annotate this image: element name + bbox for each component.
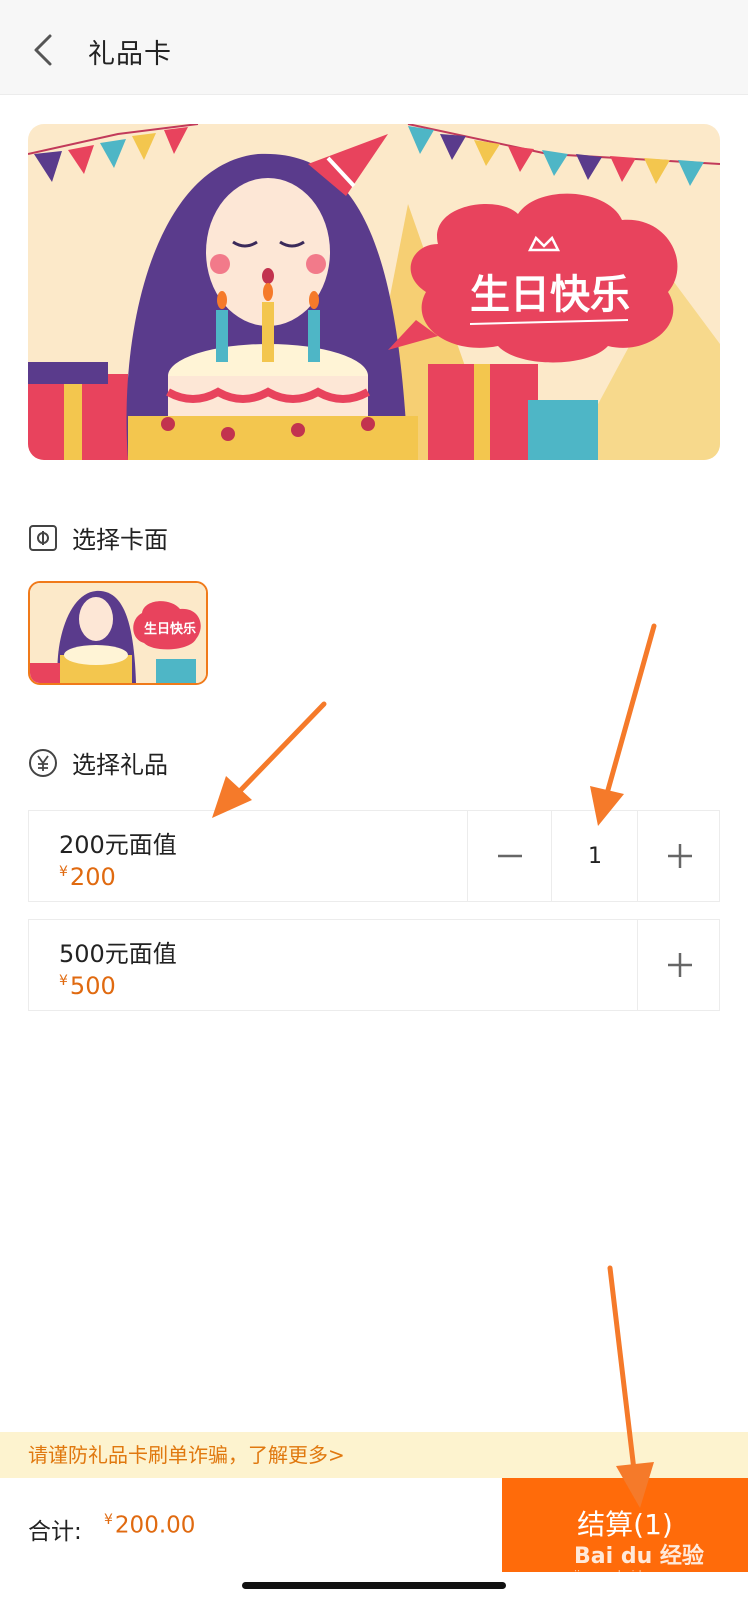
home-indicator[interactable] (242, 1582, 506, 1589)
currency-symbol: ¥ (59, 864, 68, 880)
currency-symbol: ¥ (104, 1512, 113, 1528)
gift-price: ¥500 (59, 972, 116, 1000)
select-gift-label: 选择礼品 (72, 751, 168, 779)
increase-quantity-button[interactable] (637, 811, 722, 901)
gift-item-500: 500元面值 ¥500 (28, 919, 720, 1011)
gift-price: ¥200 (59, 863, 116, 891)
arrow-to-gift-item (212, 701, 327, 818)
gift-item-200: 200元面值 ¥200 1 (28, 810, 720, 902)
plus-icon (668, 844, 692, 868)
card-icon (29, 524, 57, 551)
gift-price-value: 200 (69, 863, 116, 891)
chevron-left-icon (34, 34, 52, 66)
total-value: 200.00 (114, 1512, 196, 1539)
select-card-label: 选择卡面 (72, 526, 168, 554)
minus-icon (498, 854, 522, 858)
yen-circle-icon (29, 748, 57, 777)
gift-name: 500元面值 (59, 940, 177, 968)
watermark-url: jingyan.baidu.com (574, 1568, 676, 1581)
decrease-quantity-button[interactable] (467, 811, 552, 901)
back-button[interactable] (26, 30, 66, 70)
gift-price-value: 500 (69, 972, 116, 1000)
banner-title: 生日快乐 (470, 272, 630, 318)
gift-name: 200元面值 (59, 831, 177, 859)
currency-symbol: ¥ (59, 973, 68, 989)
top-nav-bar: 礼品卡 (0, 0, 748, 95)
fraud-warning-notice[interactable]: 请谨防礼品卡刷单诈骗，了解更多> (0, 1432, 748, 1478)
baidu-watermark: Bai du 经验 (574, 1544, 704, 1569)
arrow-to-quantity (590, 623, 657, 826)
page-title: 礼品卡 (88, 39, 172, 70)
thumb-banner-title: 生日快乐 (144, 621, 196, 637)
card-preview-banner: 生日快乐 (28, 124, 720, 460)
total-amount: ¥200.00 (104, 1512, 195, 1539)
total-label: 合计: (28, 1519, 82, 1545)
card-face-option-selected[interactable]: 生日快乐 (28, 581, 208, 685)
plus-icon (668, 953, 692, 977)
select-card-section-title: 选择卡面 (28, 520, 168, 555)
add-gift-button[interactable] (637, 920, 722, 1010)
quantity-value[interactable]: 1 (551, 811, 638, 901)
select-gift-section-title: 选择礼品 (28, 745, 168, 780)
